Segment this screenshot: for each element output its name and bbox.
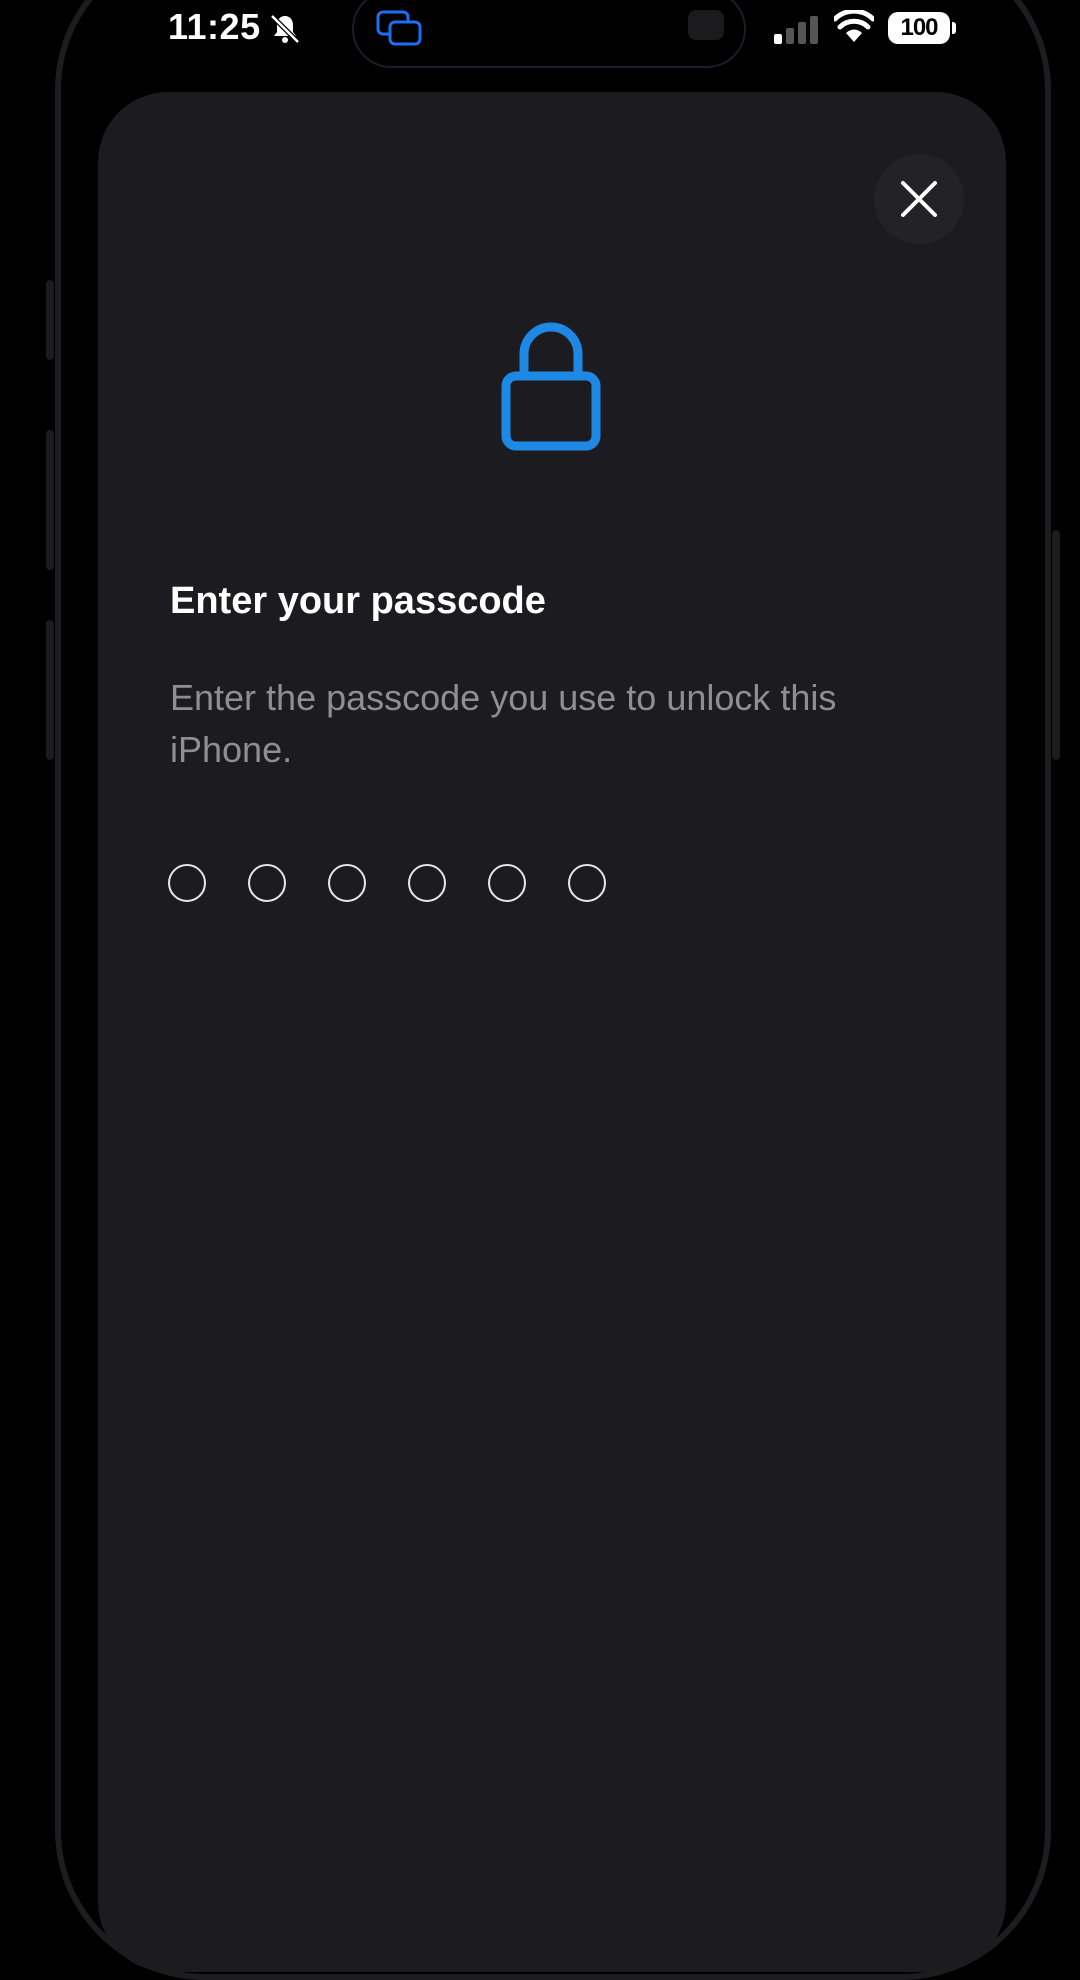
battery-tip — [952, 22, 956, 34]
status-time: 11:25 — [168, 6, 261, 47]
passcode-dot — [168, 864, 206, 902]
passcode-dot — [408, 864, 446, 902]
passcode-dot — [328, 864, 366, 902]
lock-icon — [501, 322, 601, 451]
side-button-right — [1052, 530, 1060, 760]
passcode-input[interactable] — [168, 864, 606, 908]
dynamic-island[interactable] — [352, 0, 746, 68]
page-title: Enter your passcode — [170, 580, 546, 622]
wifi-icon — [834, 10, 874, 42]
side-button-left-2 — [46, 430, 54, 570]
passcode-dot — [248, 864, 286, 902]
phone-screen: 11:25 100 Enter your passcode Enter the … — [0, 0, 1080, 1980]
status-bar: 11:25 100 — [0, 0, 1080, 70]
camera-indicator-icon — [688, 10, 724, 40]
side-button-left-1 — [46, 280, 54, 360]
battery-icon: 100 — [888, 12, 950, 44]
passcode-dot — [488, 864, 526, 902]
bell-slash-icon — [270, 14, 300, 44]
close-button[interactable] — [874, 154, 964, 244]
passcode-dot — [568, 864, 606, 902]
close-icon — [901, 181, 937, 217]
page-subtitle: Enter the passcode you use to unlock thi… — [170, 677, 837, 770]
side-button-left-3 — [46, 620, 54, 760]
screen-mirror-icon — [376, 10, 422, 46]
signal-icon — [774, 16, 818, 44]
